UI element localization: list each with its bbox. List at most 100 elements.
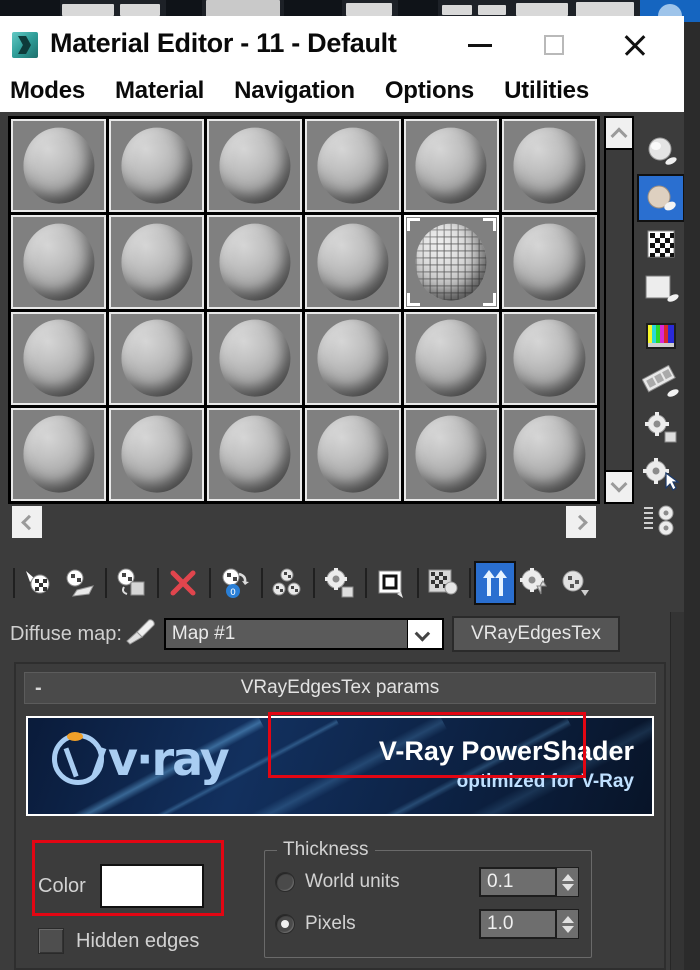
material-slot-17[interactable]: [403, 311, 499, 405]
show-end-result-button[interactable]: [268, 563, 306, 603]
color-label: Color: [38, 874, 86, 897]
pixels-value: 1.0: [487, 913, 514, 934]
options-button[interactable]: [639, 406, 683, 450]
show-shaded-material-in-viewport-button[interactable]: [474, 561, 516, 605]
material-slot-24[interactable]: [501, 407, 597, 501]
world-units-radio[interactable]: [275, 872, 295, 892]
hidden-edges-checkbox[interactable]: [38, 928, 64, 954]
menu-item-modes[interactable]: Modes: [10, 77, 85, 105]
thickness-world-units-row: World units 0.1: [275, 867, 583, 897]
vray-banner-subtitle: optimized for V-Ray: [456, 771, 634, 792]
eyedropper-button[interactable]: [122, 617, 164, 651]
slot-vertical-scrollbar[interactable]: [604, 116, 634, 504]
show-map-in-viewport-button[interactable]: [424, 563, 462, 603]
rollout-header[interactable]: - VRayEdgesTex params: [24, 672, 656, 704]
material-slot-16[interactable]: [305, 311, 401, 405]
vray-logo: v·ray: [52, 732, 230, 786]
video-color-check-button[interactable]: [639, 314, 683, 358]
material-slot-18[interactable]: [501, 311, 597, 405]
material-sample-sphere: [219, 127, 291, 204]
material-sample-sphere: [317, 319, 389, 397]
params-scrollbar[interactable]: [670, 612, 684, 970]
delete-material-button[interactable]: [164, 563, 202, 603]
spinner-down-icon[interactable]: [561, 925, 574, 933]
material-slot-8[interactable]: [109, 215, 205, 309]
put-to-library-icon: 0: [222, 568, 249, 598]
spinner-up-icon[interactable]: [561, 915, 574, 923]
material-sample-sphere: [219, 223, 291, 301]
material-slot-area: [0, 112, 684, 542]
maximize-icon: [544, 35, 564, 55]
material-slot-4[interactable]: [305, 119, 401, 213]
background-checker-button[interactable]: [639, 222, 683, 266]
pixels-spinner[interactable]: [557, 909, 579, 939]
close-button[interactable]: [613, 30, 657, 60]
material-slot-13[interactable]: [11, 311, 107, 405]
material-slot-20[interactable]: [109, 407, 205, 501]
slot-horizontal-scrollbar[interactable]: [8, 504, 600, 542]
select-by-material-button[interactable]: [639, 452, 683, 496]
map-dropdown-button[interactable]: [407, 620, 442, 648]
material-slot-7[interactable]: [11, 215, 107, 309]
material-slot-15[interactable]: [207, 311, 303, 405]
backlight-button[interactable]: [637, 174, 684, 222]
material-slot-5[interactable]: [403, 119, 499, 213]
material-slot-14[interactable]: [109, 311, 205, 405]
make-material-preview-button[interactable]: [516, 563, 554, 603]
material-id-channel-button[interactable]: [639, 498, 683, 542]
pixels-radio[interactable]: [275, 914, 295, 934]
slot-scroll-left-button[interactable]: [12, 506, 42, 538]
make-preview-button[interactable]: [639, 360, 683, 404]
rollout-toggle-icon[interactable]: -: [35, 677, 42, 700]
menu-item-material[interactable]: Material: [115, 77, 204, 105]
material-sample-sphere: [415, 223, 487, 301]
map-type-button[interactable]: VRayEdgesTex: [451, 616, 620, 652]
sample-type-sphere-button[interactable]: [639, 130, 683, 174]
material-slot-6[interactable]: [501, 119, 597, 213]
material-slot-21[interactable]: [207, 407, 303, 501]
backlight-icon: [647, 185, 676, 211]
toolbar-separator: [313, 568, 315, 598]
assign-material-to-selection-button[interactable]: [60, 563, 98, 603]
spinner-down-icon[interactable]: [561, 883, 574, 891]
slot-scroll-up-button[interactable]: [606, 118, 632, 148]
menu-item-options[interactable]: Options: [385, 77, 474, 105]
material-slot-10[interactable]: [305, 215, 401, 309]
maximize-button[interactable]: [532, 30, 576, 60]
map-name-input[interactable]: Map #1: [165, 620, 408, 648]
slot-scroll-track[interactable]: [606, 150, 632, 470]
world-units-input[interactable]: 0.1: [479, 867, 557, 897]
slot-scroll-down-button[interactable]: [606, 472, 632, 502]
reset-map-material-button[interactable]: [112, 563, 150, 603]
pixels-input[interactable]: 1.0: [479, 909, 557, 939]
material-sample-sphere: [317, 223, 389, 301]
material-slot-9[interactable]: [207, 215, 303, 309]
slot-scroll-right-button[interactable]: [566, 506, 596, 538]
world-units-spinner[interactable]: [557, 867, 579, 897]
material-slot-23[interactable]: [403, 407, 499, 501]
pick-material-from-object-button[interactable]: [556, 563, 594, 603]
thickness-pixels-row: Pixels 1.0: [275, 909, 583, 939]
pixels-spinner-group: 1.0: [479, 909, 579, 939]
material-slot-22[interactable]: [305, 407, 401, 501]
put-to-library-button[interactable]: 0: [216, 563, 254, 603]
get-material-button[interactable]: [20, 563, 58, 603]
material-slot-2[interactable]: [109, 119, 205, 213]
go-to-parent-button[interactable]: [320, 563, 358, 603]
material-slot-12[interactable]: [501, 215, 597, 309]
material-slot-11[interactable]: [403, 215, 499, 309]
material-slot-1[interactable]: [11, 119, 107, 213]
material-id-channel-icon: [644, 505, 674, 536]
sample-uv-tiling-icon: [645, 275, 679, 302]
material-id-channel-toolbar-button[interactable]: [372, 563, 410, 603]
menu-item-utilities[interactable]: Utilities: [504, 77, 589, 105]
map-name-combobox[interactable]: Map #1: [163, 618, 444, 650]
toolbar-separator: [157, 568, 159, 598]
sample-uv-tiling-button[interactable]: [639, 268, 683, 312]
color-swatch[interactable]: [99, 864, 204, 908]
menu-item-navigation[interactable]: Navigation: [234, 77, 355, 105]
material-slot-19[interactable]: [11, 407, 107, 501]
minimize-button[interactable]: [458, 30, 502, 60]
material-slot-3[interactable]: [207, 119, 303, 213]
spinner-up-icon[interactable]: [561, 873, 574, 881]
